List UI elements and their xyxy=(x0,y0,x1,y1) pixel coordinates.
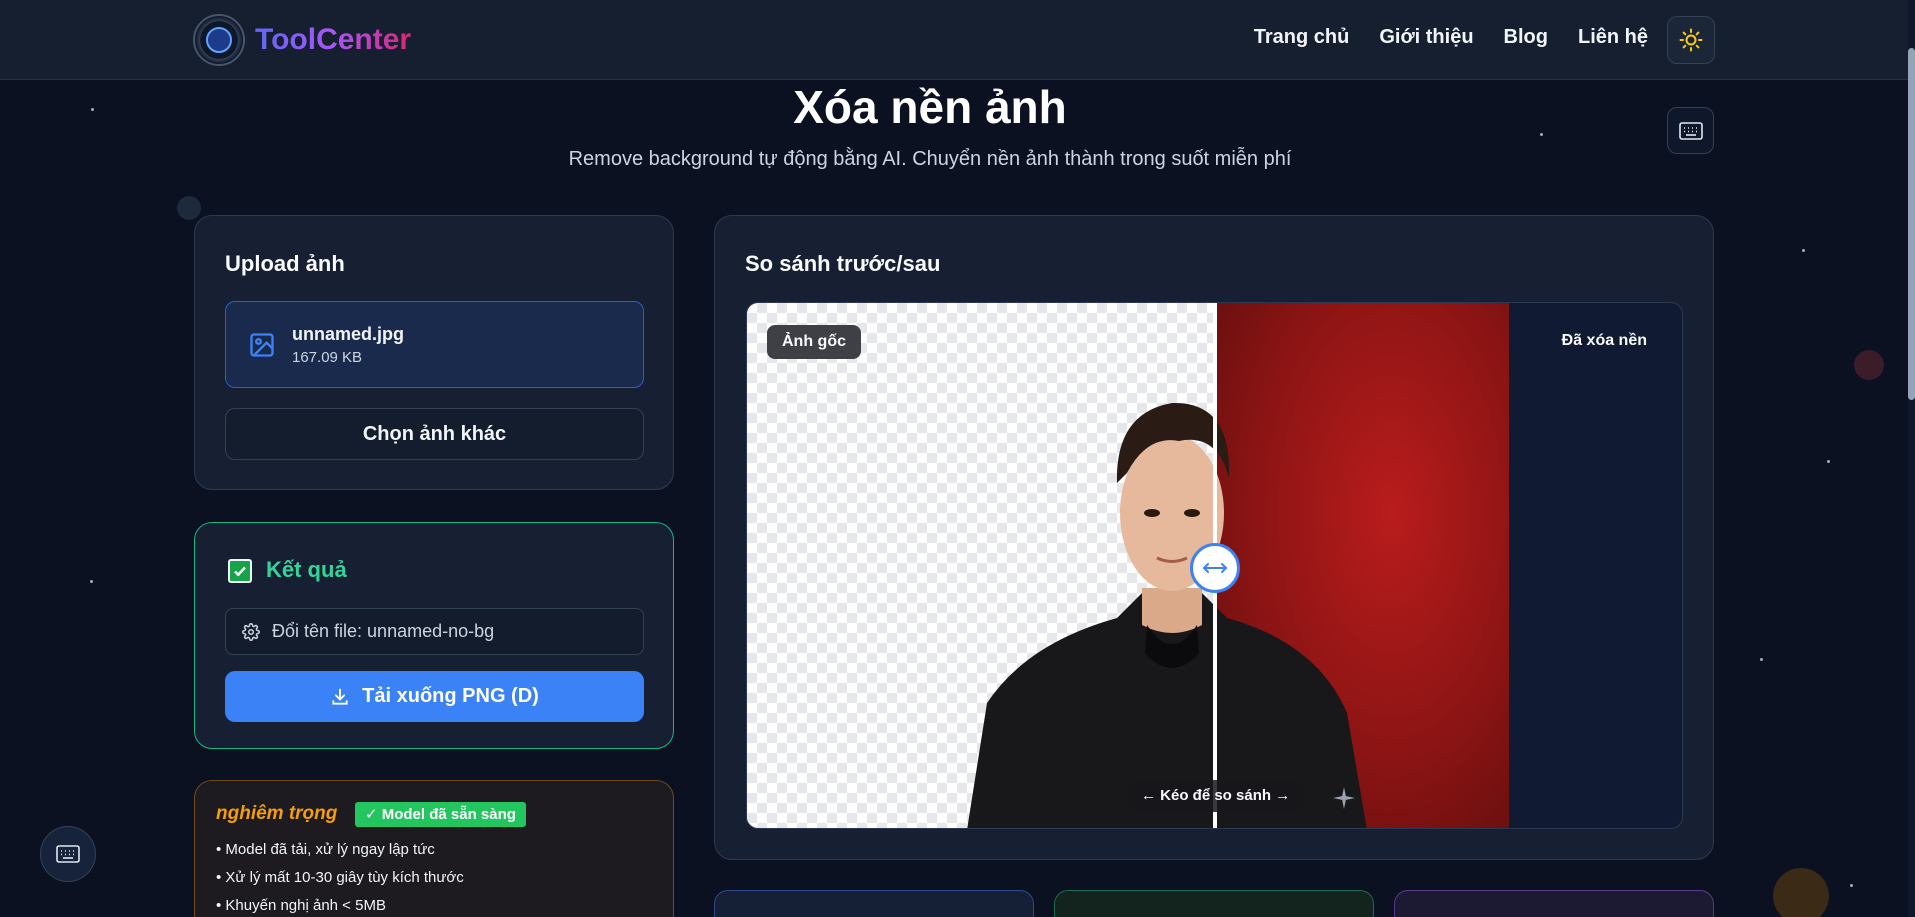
file-size: 167.09 KB xyxy=(292,349,363,366)
rename-file-text: Đổi tên file: unnamed-no-bg xyxy=(272,621,495,641)
sun-icon xyxy=(1679,28,1703,52)
background-orb xyxy=(177,196,201,220)
removed-background-label: Đã xóa nền xyxy=(1561,332,1647,349)
download-png-button[interactable]: Tải xuống PNG (D) xyxy=(225,671,644,722)
compare-card-title: So sánh trước/sau xyxy=(745,251,941,276)
feature-card xyxy=(714,890,1034,917)
top-header: ToolCenter Trang chủ Giới thiệu Blog Liê… xyxy=(0,0,1908,80)
theme-toggle-button[interactable] xyxy=(1667,16,1715,64)
upload-card: Upload ảnh unnamed.jpg 167.09 KB Chọn ản… xyxy=(194,215,674,490)
drag-hint: ← Kéo để so sánh → xyxy=(1127,780,1305,812)
floating-keyboard-button[interactable] xyxy=(40,826,96,882)
page-subtitle: Remove background tự động bằng AI. Chuyể… xyxy=(568,148,1292,170)
nav-about[interactable]: Giới thiệu xyxy=(1379,26,1473,49)
notice-list: • Model đã tải, xử lý ngay lập tức • Xử … xyxy=(216,841,464,917)
result-title: Kết quả xyxy=(266,557,347,582)
before-after-slider[interactable]: Ảnh gốc Đã xóa nền ← Kéo để so sánh → xyxy=(746,302,1683,829)
star xyxy=(1760,658,1763,661)
star xyxy=(90,580,93,583)
preview-empty-area xyxy=(1509,303,1682,828)
model-ready-badge: ✓ Model đã sẵn sàng xyxy=(355,802,526,827)
logo-text: ToolCenter xyxy=(255,23,412,56)
notice-item: • Xử lý mất 10-30 giây tùy kích thước xyxy=(216,869,464,886)
gear-icon xyxy=(242,623,260,641)
main-nav: Trang chủ Giới thiệu Blog Liên hệ xyxy=(1254,26,1648,49)
page-title: Xóa nền ảnh xyxy=(793,81,1067,133)
file-name: unnamed.jpg xyxy=(292,324,404,344)
nav-home[interactable]: Trang chủ xyxy=(1254,26,1350,49)
nav-contact[interactable]: Liên hệ xyxy=(1578,26,1648,49)
scrollbar[interactable] xyxy=(1908,0,1915,917)
checkmark-icon xyxy=(228,559,252,583)
background-orb xyxy=(1854,350,1884,380)
keyboard-icon xyxy=(1678,121,1703,140)
upload-card-title: Upload ảnh xyxy=(225,251,345,276)
selected-file: unnamed.jpg 167.09 KB xyxy=(225,301,644,388)
result-card: Kết quả Đổi tên file: unnamed-no-bg Tải … xyxy=(194,522,674,749)
person-photo xyxy=(967,402,1367,828)
logo[interactable]: ToolCenter xyxy=(193,14,411,66)
choose-another-image-button[interactable]: Chọn ảnh khác xyxy=(225,408,644,460)
star xyxy=(1802,249,1805,252)
sparkle-icon xyxy=(1333,787,1355,809)
star xyxy=(1850,884,1853,887)
image-icon xyxy=(250,333,274,357)
keyboard-shortcuts-button[interactable] xyxy=(1667,107,1714,154)
arrows-horizontal-icon xyxy=(1202,563,1228,573)
notice-item: • Model đã tải, xử lý ngay lập tức xyxy=(216,841,435,858)
star xyxy=(1827,460,1830,463)
download-label: Tải xuống PNG (D) xyxy=(362,685,539,707)
logo-icon xyxy=(193,14,245,66)
nav-blog[interactable]: Blog xyxy=(1504,26,1548,49)
notice-item: • Khuyến nghị ảnh < 5MB xyxy=(216,897,386,914)
original-image-label: Ảnh gốc xyxy=(767,325,861,359)
scrollbar-thumb[interactable] xyxy=(1908,48,1915,400)
rename-file-field[interactable]: Đổi tên file: unnamed-no-bg xyxy=(225,608,644,655)
download-icon xyxy=(332,688,348,705)
notice-card: nghiêm trọng ✓ Model đã sẵn sàng • Model… xyxy=(194,780,674,917)
feature-card xyxy=(1054,890,1374,917)
notice-title: nghiêm trọng xyxy=(216,803,338,824)
background-orb xyxy=(1773,868,1829,917)
compare-card: So sánh trước/sau Ảnh gốc Đã xóa nền ← K… xyxy=(714,215,1714,860)
feature-card xyxy=(1394,890,1714,917)
keyboard-icon xyxy=(56,845,80,863)
compare-drag-handle[interactable] xyxy=(1190,543,1240,593)
